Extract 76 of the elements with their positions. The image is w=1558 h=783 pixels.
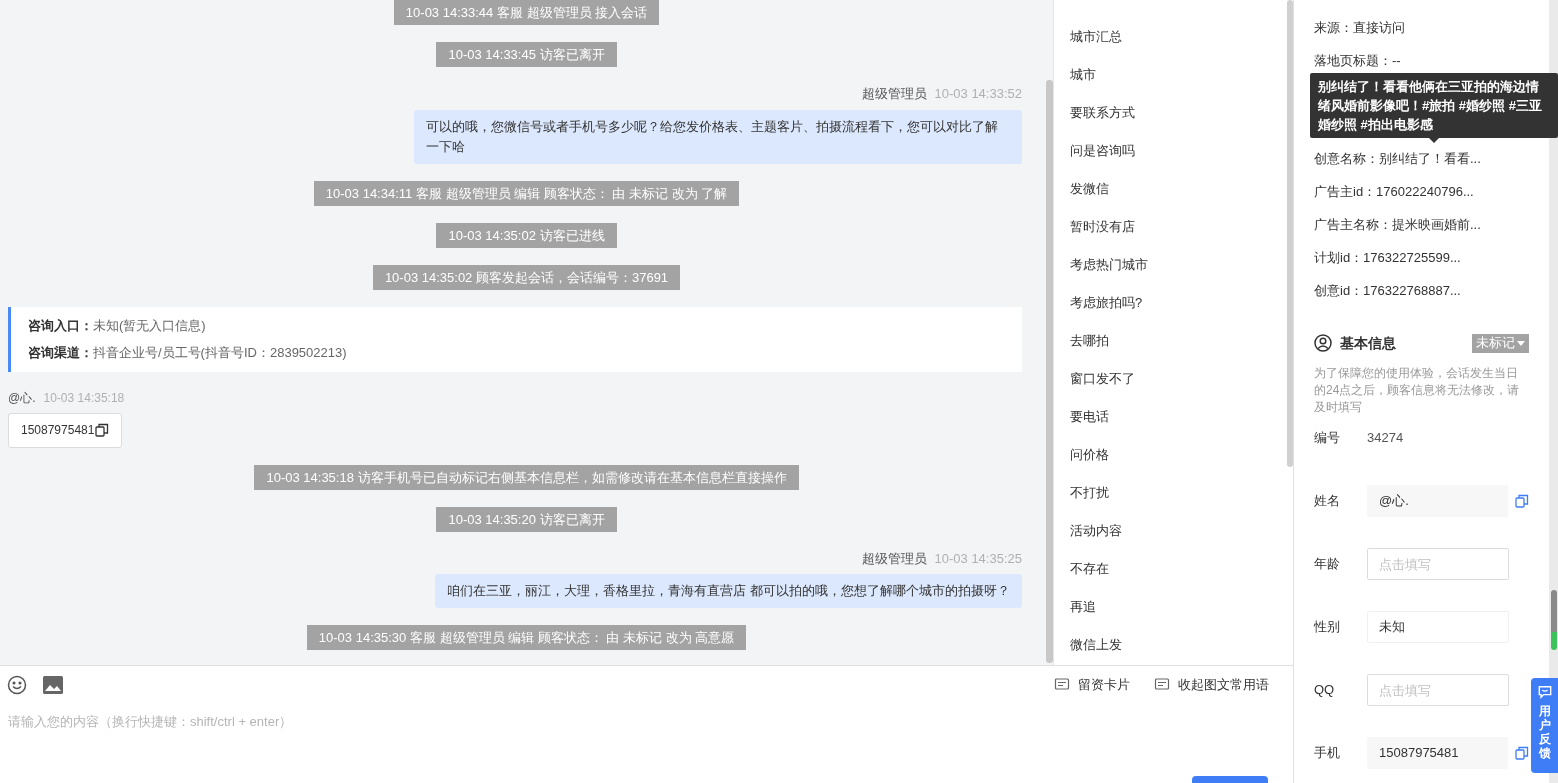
quick-reply-item[interactable]: 问是咨询吗 <box>1054 132 1287 170</box>
field-value: 34274 <box>1367 429 1404 448</box>
quick-reply-item[interactable]: 要联系方式 <box>1054 94 1287 132</box>
sender-name: 超级管理员 <box>861 85 927 103</box>
system-notice: 10-03 14:35:02 顾客发起会话，会话编号：37691 <box>372 264 681 290</box>
toolbar-button[interactable]: 留资卡片 <box>1054 675 1130 695</box>
system-notice: 10-03 14:33:45 访客已离开 <box>436 42 617 67</box>
ad-info-row-text: 广告主名称：提米映画婚前... <box>1314 216 1482 234</box>
toolbar-button[interactable]: 收起图文常用语 <box>1154 675 1269 695</box>
system-notice: 10-03 14:33:44 客服 超级管理员 接入会话 <box>393 0 660 25</box>
field-label: 性别 <box>1314 618 1341 637</box>
scrollbar-thumb[interactable] <box>1046 80 1053 663</box>
entry-value: 未知(暂无入口信息) <box>93 316 206 335</box>
notice-text: 为了保障您的使用体验，会话发生当日的24点之后，顾客信息将无法修改，请及时填写 <box>1314 365 1521 416</box>
message-bubble: 咱们在三亚，丽江，大理，香格里拉，青海有直营店 都可以拍的哦，您想了解哪个城市的拍摄呀？ <box>435 574 1022 608</box>
quick-reply-item[interactable]: 不存在 <box>1054 550 1287 588</box>
field-label: 姓名 <box>1314 492 1341 511</box>
field-label: 编号 <box>1314 429 1341 448</box>
quick-reply-item[interactable]: 问价格 <box>1054 436 1287 474</box>
tooltip-arrow-icon <box>1429 138 1439 143</box>
feedback-icon <box>1537 685 1552 699</box>
readonly-field: @心. <box>1367 485 1508 517</box>
input-field[interactable]: 点击填写 <box>1367 674 1509 706</box>
readonly-field: 15087975481 <box>1367 737 1508 769</box>
system-notice: 10-03 14:35:30 客服 超级管理员 编辑 顾客状态： 由 未标记 改为 高意愿 <box>306 625 747 650</box>
ad-info-row-text: 创意id：176322768887... <box>1314 282 1462 300</box>
sender-name: 超级管理员 <box>861 549 927 568</box>
entry-value: 抖音企业号/员工号(抖音号ID：2839502213) <box>93 344 347 362</box>
quick-reply-item[interactable]: 城市 <box>1054 56 1287 94</box>
field-label: 手机 <box>1314 744 1341 763</box>
ad-info-row-text: 创意名称：别纠结了！看看... <box>1314 150 1482 168</box>
emoji-icon[interactable] <box>7 675 27 695</box>
system-notice: 10-03 14:35:18 访客手机号已自动标记右侧基本信息栏，如需修改请在基本信息栏直接操作 <box>254 464 799 490</box>
scrollbar-thumb[interactable] <box>1551 590 1557 650</box>
copy-icon[interactable] <box>95 423 110 437</box>
section-title: 基本信息 <box>1340 333 1396 353</box>
message-time: 10-03 14:35:25 <box>934 549 1022 568</box>
system-notice: 10-03 14:35:20 访客已离开 <box>436 506 617 532</box>
feedback-button[interactable]: 用户反馈 <box>1531 678 1558 773</box>
quick-reply-item[interactable]: 活动内容 <box>1054 512 1287 550</box>
quick-reply-item[interactable]: 窗口发不了 <box>1054 360 1287 398</box>
quick-reply-item[interactable]: 城市汇总 <box>1054 18 1287 56</box>
quick-reply-item[interactable]: 考虑旅拍吗? <box>1054 284 1287 322</box>
user-icon <box>1314 334 1332 352</box>
message-icon <box>1154 677 1170 693</box>
message-input[interactable]: 请输入您的内容（换行快捷键：shift/ctrl + enter） <box>0 704 1293 783</box>
quick-reply-item[interactable]: 微信上发 <box>1054 626 1287 664</box>
message-time: 10-03 14:35:18 <box>43 389 125 407</box>
quick-reply-item[interactable]: 要电话 <box>1054 398 1287 436</box>
tooltip: 别纠结了！看看他俩在三亚拍的海边情绪风婚前影像吧！#旅拍 #婚纱照 #三亚婚纱照 #拍出电影感 <box>1310 73 1558 138</box>
quick-reply-item[interactable]: 不打扰 <box>1054 474 1287 512</box>
select-field[interactable]: 未知 <box>1367 611 1509 643</box>
system-notice: 10-03 14:35:02 访客已进线 <box>436 222 617 248</box>
field-label: QQ <box>1314 681 1336 700</box>
entry-label: 咨询入口： <box>28 316 93 335</box>
quick-reply-item[interactable]: 再追 <box>1054 588 1287 626</box>
scrollbar-thumb[interactable] <box>1287 0 1293 467</box>
phone-number: 15087975481 <box>21 422 95 439</box>
quick-reply-item[interactable]: 考虑热门城市 <box>1054 246 1287 284</box>
sender-name: @心. <box>8 389 36 407</box>
field-label: 年龄 <box>1314 555 1341 574</box>
ad-info-row-text: 计划id：176322725599... <box>1314 249 1462 267</box>
quick-reply-item[interactable]: 发微信 <box>1054 170 1287 208</box>
message-bubble: 可以的哦，您微信号或者手机号多少呢？给您发价格表、主题客片、拍摄流程看下，您可以对比了解一下哈 <box>414 109 1022 164</box>
image-icon[interactable] <box>43 676 63 694</box>
ad-info-row-text: 落地页标题：-- <box>1314 52 1402 70</box>
input-field[interactable]: 点击填写 <box>1367 548 1509 580</box>
ad-info-row-text: 来源：直接访问 <box>1314 19 1406 37</box>
message-time: 10-03 14:33:52 <box>934 85 1022 103</box>
quick-reply-item[interactable]: 暂时没有店 <box>1054 208 1287 246</box>
system-notice: 10-03 14:34:11 客服 超级管理员 编辑 顾客状态： 由 未标记 改为 了解 <box>313 180 740 206</box>
caret-icon <box>1517 340 1525 346</box>
ad-info-row-text: 广告主id：176022240796... <box>1314 183 1475 201</box>
message-icon <box>1054 677 1070 693</box>
quick-reply-item[interactable]: 去哪拍 <box>1054 322 1287 360</box>
entry-label: 咨询渠道： <box>28 344 93 362</box>
